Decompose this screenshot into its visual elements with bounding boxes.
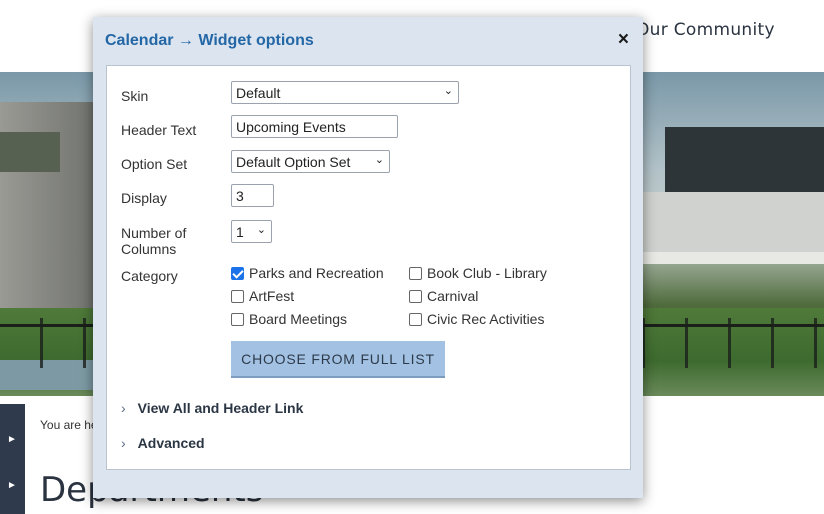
category-label-text: ArtFest	[249, 288, 295, 304]
option-set-select[interactable]: Default Option Set ⌄	[231, 150, 390, 173]
category-label-text: Parks and Recreation	[249, 265, 384, 281]
checkbox-icon[interactable]	[231, 312, 244, 326]
category-checkbox-board-meetings[interactable]: Board Meetings	[231, 311, 347, 327]
side-arrow-icon[interactable]: ►	[7, 480, 17, 491]
choose-from-full-list-button[interactable]: CHOOSE FROM FULL LIST	[231, 341, 445, 378]
chevron-right-icon[interactable]: ›	[121, 435, 126, 451]
hero-building-right-base	[642, 252, 824, 264]
header-text-label: Header Text	[121, 122, 197, 138]
category-label: Category	[121, 268, 178, 284]
chevron-right-icon[interactable]: ›	[121, 400, 126, 416]
category-label-text: Carnival	[427, 288, 479, 304]
option-set-select-control[interactable]: Default Option Set	[231, 150, 390, 173]
display-label: Display	[121, 190, 167, 206]
checkbox-icon[interactable]	[409, 312, 422, 326]
category-checkbox-artfest[interactable]: ArtFest	[231, 288, 294, 304]
option-set-label: Option Set	[121, 156, 188, 172]
section-view-all-label[interactable]: View All and Header Link	[138, 400, 304, 416]
checkbox-icon[interactable]	[409, 289, 422, 303]
close-icon[interactable]: ×	[618, 29, 629, 51]
widget-options-dialog: Calendar → Widget options × Skin Default…	[93, 17, 643, 498]
section-advanced-label[interactable]: Advanced	[138, 435, 205, 451]
columns-select-control[interactable]: 1	[231, 220, 272, 243]
columns-label-line1: Number of	[121, 225, 187, 241]
skin-select[interactable]: Default ⌄	[231, 81, 459, 104]
side-arrow-icon[interactable]: ►	[7, 434, 17, 445]
columns-select[interactable]: 1 ⌄	[231, 220, 272, 243]
section-advanced-toggle[interactable]: › Advanced	[121, 435, 205, 451]
checkbox-checked-icon[interactable]	[231, 266, 244, 280]
category-label-text: Civic Rec Activities	[427, 311, 545, 327]
category-checkbox-parks[interactable]: Parks and Recreation	[231, 265, 384, 281]
category-checkbox-carnival[interactable]: Carnival	[409, 288, 478, 304]
checkbox-icon[interactable]	[409, 266, 422, 280]
display-input[interactable]	[231, 184, 274, 207]
header-text-input[interactable]	[231, 115, 398, 138]
skin-label: Skin	[121, 88, 149, 104]
checkbox-icon[interactable]	[231, 289, 244, 303]
options-panel: Skin Default ⌄ Header Text Option Set De…	[106, 65, 631, 470]
columns-label-line2: Columns	[121, 241, 177, 257]
hero-building-left-window	[0, 132, 60, 172]
category-label-text: Board Meetings	[249, 311, 348, 327]
dialog-title: Calendar → Widget options	[105, 32, 314, 49]
breadcrumb: You are he	[40, 418, 98, 432]
category-label-text: Book Club - Library	[427, 265, 547, 281]
category-checkbox-book-club[interactable]: Book Club - Library	[409, 265, 547, 281]
columns-label: Number of Columns	[121, 225, 186, 257]
skin-select-control[interactable]: Default	[231, 81, 459, 104]
section-view-all-toggle[interactable]: › View All and Header Link	[121, 400, 303, 416]
category-checkbox-civic-rec[interactable]: Civic Rec Activities	[409, 311, 544, 327]
nav-item-our-community[interactable]: Our Community	[636, 20, 775, 40]
side-rail: ► ►	[0, 404, 25, 514]
